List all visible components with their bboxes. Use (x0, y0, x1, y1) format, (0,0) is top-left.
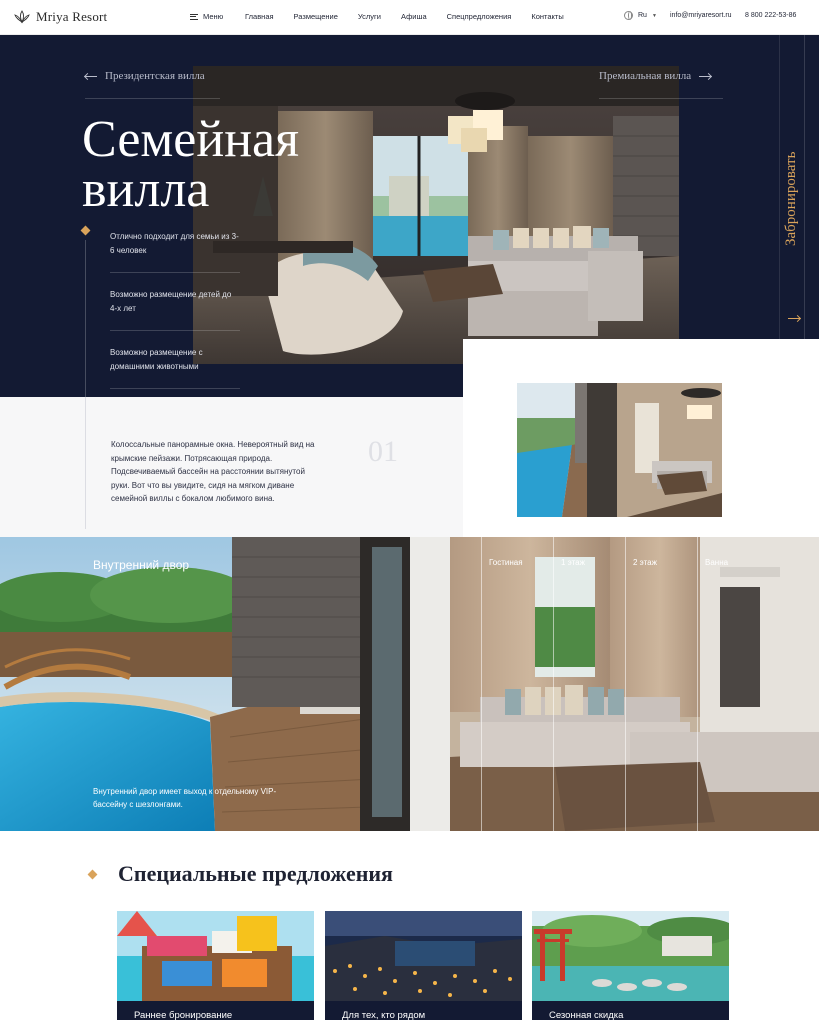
book-button[interactable]: Забронировать (783, 152, 800, 246)
diamond-icon (87, 869, 98, 880)
villa-description: Колоссальные панорамные окна. Невероятны… (111, 440, 315, 504)
diamond-icon (80, 225, 91, 236)
offer-caption: Сезонная скидка (532, 1001, 729, 1020)
arrow-left-icon (85, 75, 97, 77)
booking-sidebar (804, 35, 819, 339)
beach-suitcase-photo (117, 911, 314, 1001)
divider (85, 397, 86, 529)
language-label: Ru (638, 12, 647, 19)
next-villa-link[interactable]: Премиальная вилла (599, 70, 712, 82)
menu-button[interactable]: Меню (190, 12, 223, 21)
language-selector[interactable]: Ru ▼ (624, 11, 657, 20)
chevron-down-icon: ▼ (651, 12, 657, 19)
offer-card[interactable]: Сезонная скидка (532, 911, 729, 1020)
tab-label: Гостиная (489, 558, 523, 567)
tab-living-room[interactable]: Гостиная (481, 537, 553, 831)
divider (599, 98, 723, 99)
offer-caption: Для тех, кто рядом (325, 1001, 522, 1020)
hamburger-icon (190, 13, 198, 20)
page-title: Семейная вилла (82, 114, 382, 218)
villa-pool-terrace-photo (517, 383, 722, 517)
nav-special-offers[interactable]: Спецпредложения (447, 12, 512, 21)
site-header: Mriya Resort Меню Главная Размещение Усл… (0, 0, 819, 35)
nav-services[interactable]: Услуги (358, 12, 381, 21)
prev-villa-label: Президентская вилла (105, 70, 205, 82)
tab-label: Ванна (705, 558, 729, 567)
title-line-2: вилла (82, 161, 210, 218)
tab-bathroom[interactable]: Ванна (697, 537, 769, 831)
arrow-right-icon[interactable] (788, 318, 800, 319)
section-title: Внутренний двор (93, 558, 190, 572)
section-description: Внутренний двор имеет выход к отдельному… (93, 787, 277, 809)
prev-villa-link[interactable]: Президентская вилла (85, 70, 205, 82)
email-link[interactable]: info@mriyaresort.ru (670, 12, 732, 19)
arrow-right-icon (699, 75, 712, 77)
nav-contacts[interactable]: Контакты (531, 12, 563, 21)
divider (85, 240, 86, 397)
tab-floor-1[interactable]: 1 этаж (553, 537, 625, 831)
main-nav: Главная Размещение Услуги Афиша Спецпред… (245, 12, 564, 21)
feature-item: Отлично подходит для семьи из 3-6 челове… (110, 230, 240, 273)
logo[interactable]: Mriya Resort (14, 9, 107, 25)
feature-list: Отлично подходит для семьи из 3-6 челове… (110, 230, 240, 397)
japanese-garden-photo (532, 911, 729, 1001)
offer-card[interactable]: Для тех, кто рядом (325, 911, 522, 1020)
nav-accommodation[interactable]: Размещение (294, 12, 338, 21)
offer-label: Раннее бронирование (134, 1010, 233, 1020)
slide-number: 01 (368, 435, 398, 468)
nav-home[interactable]: Главная (245, 12, 274, 21)
menu-label: Меню (203, 12, 224, 21)
nav-events[interactable]: Афиша (401, 12, 427, 21)
night-city-photo (325, 911, 522, 1001)
globe-icon (624, 11, 633, 20)
title-line-1: Семейная (82, 111, 300, 168)
offer-caption: Раннее бронирование (117, 1001, 314, 1020)
tab-floor-2[interactable]: 2 этаж (625, 537, 697, 831)
divider (85, 98, 220, 99)
divider (779, 35, 780, 339)
next-villa-label: Премиальная вилла (599, 70, 692, 82)
tab-label: 2 этаж (633, 558, 657, 567)
offer-label: Для тех, кто рядом (342, 1010, 426, 1020)
tab-label: 1 этаж (561, 558, 585, 567)
lotus-logo-icon (14, 10, 30, 24)
offer-label: Сезонная скидка (549, 1010, 624, 1020)
phone-link[interactable]: 8 800 222-53-86 (745, 12, 796, 19)
feature-item: Возможно размещение с домашними животным… (110, 346, 240, 389)
feature-item: Возможно размещение детей до 4-х лет (110, 288, 240, 331)
logo-text: Mriya Resort (36, 9, 108, 24)
offer-card[interactable]: Раннее бронирование (117, 911, 314, 1020)
offers-title: Специальные предложения (118, 861, 393, 886)
